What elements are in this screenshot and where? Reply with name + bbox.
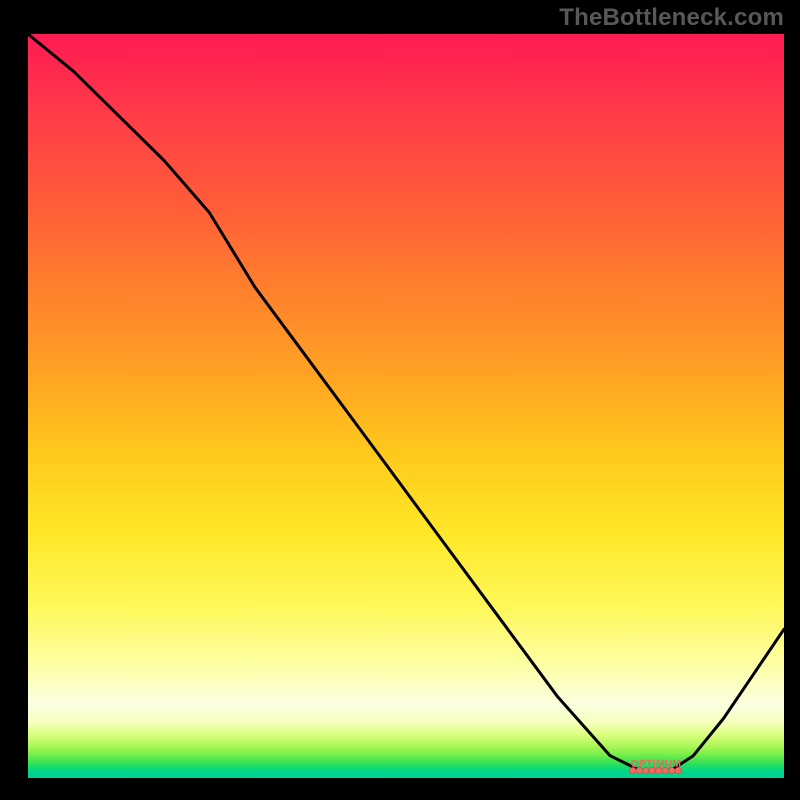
plot-area: OPTIMUM: [28, 34, 784, 778]
curve-line: [28, 34, 784, 771]
optimum-label: OPTIMUM: [631, 759, 682, 770]
watermark-text: TheBottleneck.com: [559, 4, 784, 32]
chart-frame: TheBottleneck.com OPTIMUM: [0, 0, 800, 800]
chart-svg: [28, 34, 784, 778]
